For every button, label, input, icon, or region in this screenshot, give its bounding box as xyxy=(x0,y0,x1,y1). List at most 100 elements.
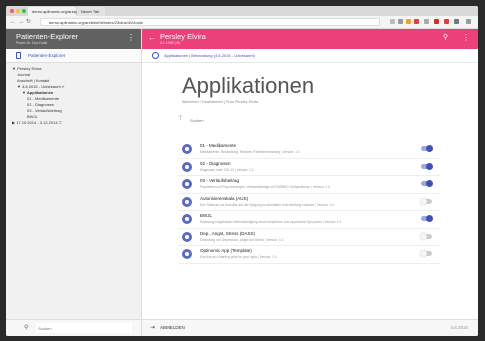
app-row[interactable]: Autorisierenskala (AUS) Den Skalaum zur A… xyxy=(178,194,440,211)
app-row[interactable]: 03 - Verlaufsbeitrag Psychiatrie und Psyc… xyxy=(178,176,440,194)
tab-patient-explorer[interactable]: Patienten-Explorer xyxy=(6,49,141,63)
app-avatar-icon xyxy=(182,214,192,224)
app-avatar-icon xyxy=(182,196,192,207)
breadcrumb: Applikationen | Behandlung (4.6.2015 - U… xyxy=(142,49,478,63)
app-toggle[interactable] xyxy=(420,250,432,257)
check-icon: ✔ xyxy=(60,84,66,89)
tree-item-label: 4.6.2015 - Unbekannt xyxy=(22,84,61,89)
toggle-knob xyxy=(420,232,427,240)
url-field[interactable]: demo.aplinamic.org/arztbrief/#/index/23/… xyxy=(40,18,380,26)
page-title: Applikationen xyxy=(182,73,315,98)
tree-item-label: Anschrift | Kontakt xyxy=(17,78,50,83)
sidebar-subtitle: Praxis Dr. Doc Dokk xyxy=(16,41,48,45)
app-description: Use this as a starting point for your ap… xyxy=(200,255,277,259)
app-toggle[interactable] xyxy=(421,162,433,170)
app-title: Dep., Angst, Stress (DASS) xyxy=(200,230,256,236)
menu-icon[interactable] xyxy=(466,19,471,24)
app-title: 01 - Medikamente xyxy=(200,143,237,148)
page-subtitle: Aktivieren / Deaktivieren | Frau Persley… xyxy=(182,100,259,104)
app-row[interactable]: Optinomic App (Template) Use this as a st… xyxy=(178,246,440,264)
lock-icon: ⚿ xyxy=(57,120,62,125)
search-icon[interactable]: ⚲ xyxy=(443,33,448,43)
more-vert-icon[interactable]: ⋮ xyxy=(462,33,470,43)
app-avatar-icon xyxy=(182,144,192,154)
filter-input[interactable] xyxy=(188,115,312,125)
screen: demo.aplinamic.org/arztpraxis Neuer Tab … xyxy=(6,6,478,336)
app-description: Erfassung vorgefasster Beeinträchtigung … xyxy=(200,220,342,224)
forward-arrow-icon[interactable]: → xyxy=(18,18,24,26)
sidebar-search-input[interactable] xyxy=(36,323,132,333)
patient-id: 8.1.1960 | 61 xyxy=(160,41,181,45)
app-avatar-icon xyxy=(182,249,192,259)
extension-icon[interactable] xyxy=(454,19,459,24)
browser-tab-second[interactable]: Neuer Tab xyxy=(77,7,105,16)
globe-icon xyxy=(152,52,159,59)
tree-item-label: Journal xyxy=(17,72,31,77)
app-row[interactable]: 02 - Diagnosen Diagnosen nach ICD-10 | Ve… xyxy=(178,159,440,176)
app-title: Autorisierenskala (AUS) xyxy=(200,195,249,201)
extension-icon[interactable] xyxy=(398,19,403,24)
document-icon xyxy=(16,52,21,59)
extension-icon[interactable] xyxy=(434,19,439,24)
toggle-knob xyxy=(426,162,433,170)
app-toggle[interactable] xyxy=(421,180,433,187)
extension-icon[interactable] xyxy=(424,19,429,24)
app-toggle[interactable] xyxy=(421,215,433,222)
main-panel: ← Persley Elvira 8.1.1960 | 61 ⚲ ⋮ Appli… xyxy=(142,29,478,336)
close-window-button[interactable] xyxy=(10,9,14,13)
app-title: 03 - Verlaufsbeitrag xyxy=(200,178,240,183)
patient-header: ← Persley Elvira 8.1.1960 | 61 ⚲ ⋮ xyxy=(142,29,478,49)
extension-icon[interactable] xyxy=(444,19,449,24)
sidebar-header: Patienten-Explorer Praxis Dr. Doc Dokk ⋮ xyxy=(6,29,141,49)
main-footer: ⇥ ABMELDEN 4.6.2015 xyxy=(142,319,478,336)
app-avatar-icon xyxy=(182,179,192,189)
minimize-window-button[interactable] xyxy=(16,9,20,13)
tree-item-label: 01 - Medikamente xyxy=(27,96,60,101)
app-toggle[interactable] xyxy=(420,197,432,205)
app-title: BWJL xyxy=(200,213,213,218)
maximize-window-button[interactable] xyxy=(22,9,26,13)
extension-icon[interactable] xyxy=(406,19,411,24)
patient-name: Persley Elvira xyxy=(160,32,206,41)
app-row[interactable]: 01 - Medikamente Medikamente, Behandlung,… xyxy=(178,141,440,159)
logout-button[interactable]: ABMELDEN xyxy=(160,325,185,330)
toggle-knob xyxy=(426,215,433,222)
extension-icon[interactable] xyxy=(414,19,419,24)
reload-icon[interactable]: ↻ xyxy=(26,18,31,26)
footer-date: 4.6.2015 xyxy=(450,325,468,330)
app-title: Optinomic App (Template) xyxy=(200,248,252,253)
more-vert-icon[interactable]: ⋮ xyxy=(127,33,135,43)
app-list: 01 - Medikamente Medikamente, Behandlung,… xyxy=(178,141,440,264)
search-icon: ⚲ xyxy=(24,325,29,331)
toggle-knob xyxy=(420,250,427,257)
breadcrumb-text[interactable]: Applikationen | Behandlung (4.6.2015 - U… xyxy=(164,52,255,59)
tree-item-label: BWJL xyxy=(27,114,38,119)
app-description: Psychiatrie und Psychotherapie: Verlaufs… xyxy=(200,185,330,189)
tree-item-label: 03 - Verlaufsbeitrag xyxy=(27,108,62,113)
bookmark-icon[interactable] xyxy=(390,19,395,24)
sidebar-title: Patienten-Explorer xyxy=(16,32,79,41)
app-description: Einstufung von Depression, Angst und Str… xyxy=(200,237,284,242)
app-row[interactable]: BWJL Erfassung vorgefasster Beeinträchtig… xyxy=(178,211,440,229)
browser-tab-active[interactable]: demo.aplinamic.org/arztpraxis xyxy=(28,7,85,16)
toggle-knob xyxy=(420,197,427,205)
browser-tab-bar: demo.aplinamic.org/arztpraxis Neuer Tab xyxy=(6,6,478,16)
app-toggle[interactable] xyxy=(421,145,433,152)
back-arrow-icon[interactable]: ← xyxy=(148,33,156,43)
tree-item-label: Applikationen xyxy=(26,90,54,95)
app-toggle[interactable] xyxy=(420,232,432,240)
filter-icon: ⊤ xyxy=(178,116,184,122)
tree-item-label: 02 - Diagnosen xyxy=(27,102,55,107)
patient-tree: ▼ Persley Elvira Journal Anschrift | Konta… xyxy=(12,66,65,126)
app-row[interactable]: Dep., Angst, Stress (DASS) Einstufung von… xyxy=(178,229,440,246)
app-description: Medikamente, Behandlung, Rezepte, Patien… xyxy=(200,150,300,154)
tree-item-label: 17.10.2014 - 3.12.2014 xyxy=(16,120,58,125)
app-title: 02 - Diagnosen xyxy=(200,160,231,166)
tree-item-label: Persley Elvira xyxy=(17,66,42,71)
tree-item[interactable]: ▶ 17.10.2014 - 3.12.2014 ⚿ xyxy=(12,120,65,126)
patient-explorer-panel: Patienten-Explorer Praxis Dr. Doc Dokk ⋮… xyxy=(6,29,142,336)
filter-bar: ⊤ xyxy=(178,113,440,125)
back-arrow-icon[interactable]: ← xyxy=(10,18,16,26)
logout-icon[interactable]: ⇥ xyxy=(150,324,155,332)
toggle-knob xyxy=(426,145,433,152)
